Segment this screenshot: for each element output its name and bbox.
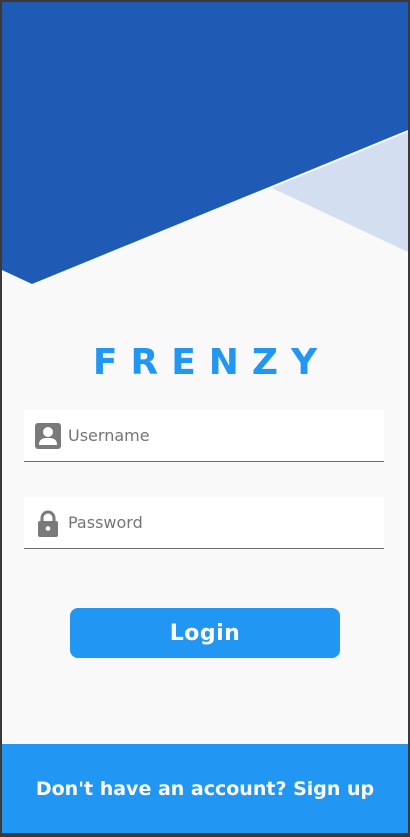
lock-icon (38, 510, 58, 537)
header-dark-shape (2, 2, 408, 284)
login-screen: FRENZY Login Don't have an account? Sign… (2, 2, 408, 833)
app-brand-title: FRENZY (92, 342, 331, 383)
login-button[interactable]: Login (70, 608, 340, 658)
user-icon (35, 423, 61, 449)
password-input[interactable] (68, 497, 368, 547)
username-input[interactable] (68, 410, 368, 460)
password-field[interactable] (24, 497, 384, 549)
footer-bar: Don't have an account? Sign up (2, 744, 408, 833)
header-decoration (2, 2, 408, 284)
username-field[interactable] (24, 410, 384, 462)
signup-link[interactable]: Don't have an account? Sign up (2, 776, 408, 802)
